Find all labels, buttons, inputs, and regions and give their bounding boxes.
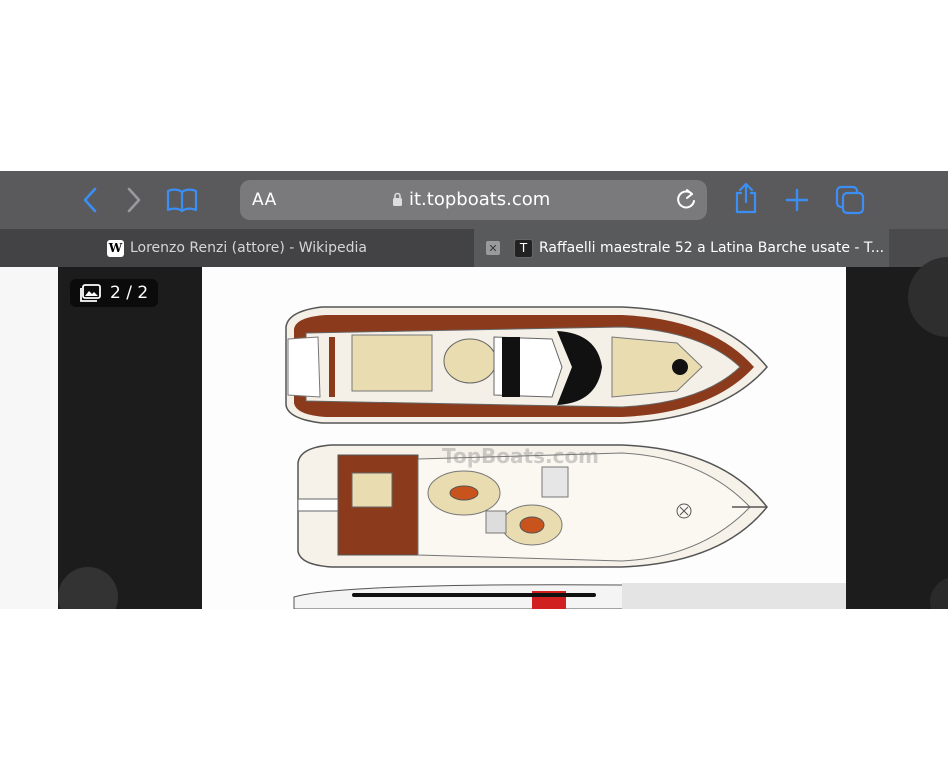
tab-wikipedia[interactable]: W Lorenzo Renzi (attore) - Wikipedia xyxy=(0,229,474,267)
browser-toolbar: AA it.topboats.com xyxy=(0,171,948,229)
watermark-text: TopBoats.com xyxy=(442,444,599,468)
reload-icon xyxy=(677,189,695,209)
tab-title: Lorenzo Renzi (attore) - Wikipedia xyxy=(129,240,368,256)
page-content: 2 / 2 TopBoats.com xyxy=(0,257,948,609)
main-deck-view: TopBoats.com xyxy=(297,444,768,568)
lock-icon xyxy=(393,192,402,206)
top-deck-view xyxy=(285,306,768,424)
forward-button[interactable] xyxy=(120,185,148,215)
plus-icon xyxy=(785,188,809,212)
boat-layout-image[interactable]: TopBoats.com xyxy=(202,267,846,609)
tabs-overview-button[interactable] xyxy=(834,185,866,215)
tab-title: Raffaelli maestrale 52 a Latina Barche u… xyxy=(539,240,885,256)
back-button[interactable] xyxy=(76,185,104,215)
photo-gallery-icon xyxy=(80,284,101,302)
page-margin xyxy=(0,267,58,609)
text-size-button[interactable]: AA xyxy=(252,190,277,210)
book-icon xyxy=(166,188,198,213)
browser-window: AA it.topboats.com W Lorenzo Renzi (atto… xyxy=(0,171,948,609)
reload-button[interactable] xyxy=(675,188,697,216)
gallery-counter: 2 / 2 xyxy=(70,279,159,307)
new-tab-button[interactable] xyxy=(783,185,811,215)
home-indicator xyxy=(352,593,596,597)
address-bar[interactable]: AA it.topboats.com xyxy=(240,180,707,220)
tabs-icon xyxy=(835,185,865,215)
share-icon xyxy=(735,182,757,214)
chevron-left-icon xyxy=(83,187,97,213)
url-display[interactable]: it.topboats.com xyxy=(392,189,550,210)
close-tab-icon[interactable]: ✕ xyxy=(486,241,500,255)
bookmarks-button[interactable] xyxy=(164,185,200,215)
url-text: it.topboats.com xyxy=(409,189,551,210)
tab-topboats[interactable]: ✕ T Raffaelli maestrale 52 a Latina Barc… xyxy=(474,229,889,267)
boat-deck-plan-drawing: TopBoats.com xyxy=(202,267,846,609)
share-button[interactable] xyxy=(731,182,761,214)
image-counter-text: 2 / 2 xyxy=(110,283,149,303)
chevron-right-icon xyxy=(127,187,141,213)
gallery-background xyxy=(58,267,202,609)
topboats-favicon-icon: T xyxy=(514,238,533,258)
tab-bar: W Lorenzo Renzi (attore) - Wikipedia ✕ T… xyxy=(0,229,948,267)
wikipedia-favicon-icon: W xyxy=(106,239,124,257)
